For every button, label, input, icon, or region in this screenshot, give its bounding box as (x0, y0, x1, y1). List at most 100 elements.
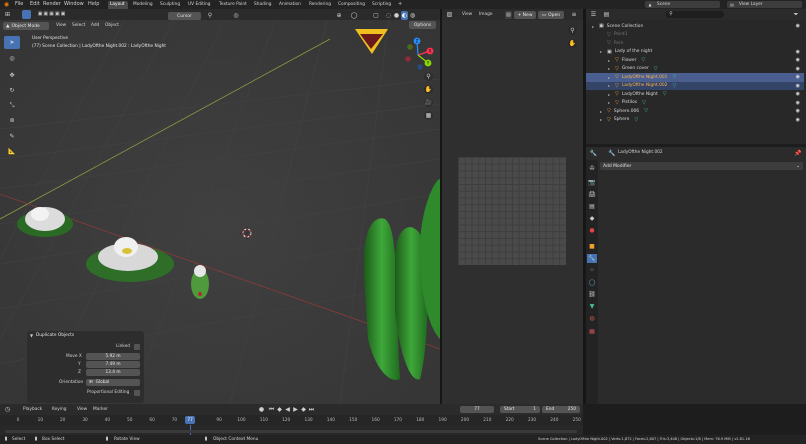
tool-cursor-icon[interactable]: ◎ (4, 52, 20, 65)
expand-arrow-icon[interactable]: ▸ (608, 100, 613, 105)
tab-compositing[interactable]: Compositing (338, 2, 365, 7)
tool-move-icon[interactable]: ✥ (4, 69, 20, 82)
properties-pin-icon[interactable]: 📌 (794, 149, 802, 158)
operator-collapse-icon[interactable]: ▼ (29, 333, 34, 339)
image-editor-type-icon[interactable]: ▨ (445, 10, 454, 19)
image-settings-icon[interactable]: ≡ (570, 11, 578, 19)
tab-rendering[interactable]: Rendering (309, 2, 331, 7)
add-workspace-button[interactable]: + (398, 1, 402, 7)
expand-arrow-icon[interactable]: ▸ (608, 83, 613, 88)
outliner-item[interactable]: ▸ ▽ LadyOfthe Night ▽ ◉ (586, 90, 804, 99)
outliner-item[interactable]: ▽ Point1 (586, 31, 804, 40)
viewport-gizmo-toggle-icon[interactable]: ⊕ (335, 11, 343, 20)
viewport-menu-view[interactable]: View (56, 23, 66, 28)
tab-sculpting[interactable]: Sculpting (160, 2, 180, 7)
outliner-item[interactable]: ▸ ▽ Flower ▽ ◉ (586, 56, 804, 65)
outliner-type-icon[interactable]: ☰ (589, 10, 598, 19)
pan-hand-icon[interactable]: ✋ (424, 85, 433, 94)
tool-transform-icon[interactable]: ⊛ (4, 114, 20, 127)
move-y-field[interactable]: 7.49 m (86, 361, 140, 368)
outliner-item[interactable]: ▸ ▽ Pistilos ▽ ◉ (586, 99, 804, 108)
tab-particles-icon[interactable]: ⁘ (587, 266, 597, 275)
visibility-eye-icon[interactable]: ◉ (796, 74, 800, 80)
visibility-eye-icon[interactable]: ◉ (796, 83, 800, 89)
tab-data-icon[interactable]: ▼ (587, 302, 597, 311)
tab-object-icon[interactable]: ■ (587, 242, 597, 251)
expand-arrow-icon[interactable]: ▸ (608, 66, 613, 71)
jump-start-icon[interactable]: ⏮ (268, 406, 275, 414)
tab-material-icon[interactable]: ◍ (587, 314, 597, 323)
mesh-data-icon[interactable]: ▽ (663, 91, 667, 97)
mesh-data-icon[interactable]: ▽ (672, 74, 676, 80)
tab-constraints-icon[interactable]: ⛓ (587, 290, 597, 299)
outliner-item[interactable]: ▸ ▽ Sphere ▽ ◉ (586, 116, 804, 125)
proportional-edit-icon[interactable]: ◎ (232, 11, 240, 20)
mode-selector[interactable]: ▲ Object Mode (3, 22, 49, 30)
outliner-item[interactable]: ▸ ▽ Green cover ▽ ◉ (586, 65, 804, 74)
tab-shading[interactable]: Shading (254, 2, 271, 7)
mesh-data-icon[interactable]: ▽ (644, 108, 648, 114)
menu-window[interactable]: Window (64, 2, 84, 7)
open-image-button[interactable]: ▭ Open (538, 11, 564, 19)
move-z-field[interactable]: 13.4 m (86, 369, 140, 376)
tool-annotate-icon[interactable]: ✎ (4, 130, 20, 143)
menu-help[interactable]: Help (88, 2, 99, 7)
mesh-data-icon[interactable]: ▽ (642, 100, 646, 106)
tab-texture-paint[interactable]: Texture Paint (219, 2, 247, 7)
tab-physics-icon[interactable]: ◯ (587, 278, 597, 287)
visibility-eye-icon[interactable]: ◉ (796, 57, 800, 63)
timeline-scrollbar[interactable] (5, 430, 577, 433)
outliner-item[interactable]: ▸ ▣ Lady of the night ◉ (586, 48, 804, 57)
outliner-item[interactable]: ▸ ▽ Sphere.006 ▽ ◉ (586, 107, 804, 116)
shading-material-icon[interactable]: ◐ (401, 11, 408, 20)
visibility-eye-icon[interactable]: ◉ (796, 66, 800, 72)
expand-arrow-icon[interactable]: ▸ (600, 49, 605, 54)
tool-select-icon[interactable]: ➤ (4, 36, 20, 49)
menu-edit[interactable]: Edit (30, 2, 40, 7)
jump-end-icon[interactable]: ⏭ (308, 406, 315, 414)
image-menu-view[interactable]: View (462, 12, 472, 17)
visibility-eye-icon[interactable]: ◉ (796, 108, 800, 114)
orientation-dropdown[interactable]: ⊞ Global (86, 379, 140, 386)
timeline-menu-marker[interactable]: Marker (93, 407, 108, 412)
expand-arrow-icon[interactable]: ▸ (600, 109, 605, 114)
tab-view-layer-icon[interactable]: ▤ (587, 202, 597, 211)
outliner-item[interactable]: ▸ ▽ LadyOfthe Night.002 ▽ ◉ (586, 81, 804, 90)
end-frame-field[interactable]: End 250 (542, 406, 580, 413)
tab-animation[interactable]: Animation (279, 2, 301, 7)
viewport-menu-add[interactable]: Add (91, 23, 99, 28)
timeline-type-icon[interactable]: ◷ (3, 405, 12, 414)
menu-file[interactable]: File (15, 2, 23, 7)
tab-scene-icon[interactable]: ◆ (587, 214, 597, 223)
timeline-menu-view[interactable]: View (77, 407, 87, 412)
timeline-ruler[interactable]: 0 10 20 30 40 50 60 70 77 90 100 110 120 130 140 150 160… (0, 415, 583, 435)
properties-type-icon[interactable]: 🔧 (589, 149, 598, 158)
timeline-menu-playback[interactable]: Playback (23, 407, 42, 412)
viewport-menu-object[interactable]: Object (105, 23, 119, 28)
tab-modifier-icon[interactable]: 🔧 (587, 254, 597, 263)
mesh-data-icon[interactable]: ▽ (672, 83, 676, 89)
start-frame-field[interactable]: Start 1 (500, 406, 540, 413)
prev-keyframe-icon[interactable]: ◆ (276, 406, 283, 414)
transform-orientation-dropdown[interactable]: Cursor (168, 12, 201, 20)
viewport-options-button[interactable]: Options (409, 21, 436, 29)
playhead-frame-label[interactable]: 77 (185, 416, 196, 424)
play-icon[interactable]: ▶ (292, 406, 299, 414)
expand-arrow-icon[interactable]: ▸ (608, 75, 613, 80)
visibility-eye-icon[interactable]: ◉ (796, 100, 800, 106)
shading-rendered-icon[interactable]: ◍ (409, 11, 416, 20)
outliner-filter-icon[interactable]: ⏷ (792, 11, 800, 19)
expand-arrow-icon[interactable]: ▸ (608, 92, 613, 97)
snap-icon[interactable]: ⚲ (206, 11, 214, 20)
navigation-gizmo[interactable]: X Y Z (400, 35, 436, 75)
tab-world-icon[interactable]: ● (587, 226, 597, 235)
overlays-icon[interactable]: ◯ (350, 11, 358, 20)
tool-scale-icon[interactable]: ⤡ (4, 99, 20, 112)
add-modifier-dropdown[interactable]: Add Modifier ⌄ (600, 162, 803, 170)
image-editor[interactable]: ▨ View Image ▧ + New ▭ Open ≡ ⚲ ✋ (442, 9, 583, 404)
viewport-menu-select[interactable]: Select (72, 23, 85, 28)
tab-texture-icon[interactable]: ▦ (587, 327, 597, 336)
visibility-eye-icon[interactable]: ◉ (796, 117, 800, 123)
outliner-item[interactable]: ▸ ▣ Scene Collection ◉ (586, 22, 804, 31)
select-box-icon[interactable]: ▣▣▣▣▣ (37, 10, 67, 19)
